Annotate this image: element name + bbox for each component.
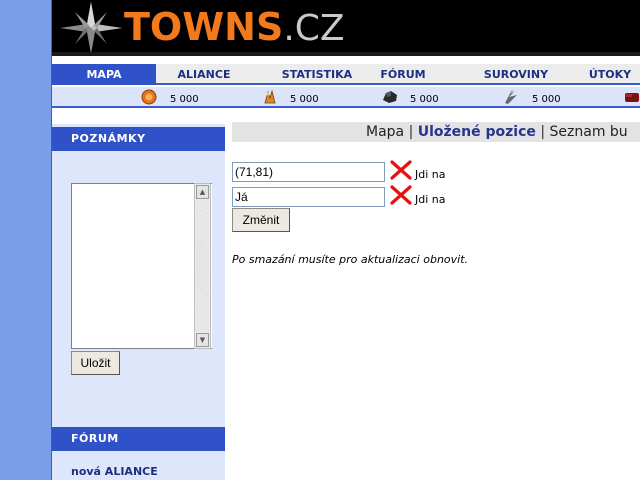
stone-amount: 5 000 bbox=[410, 94, 439, 105]
site-logo[interactable]: TOWNS.CZ bbox=[124, 5, 345, 49]
forum-heading: FÓRUM bbox=[52, 427, 225, 451]
nav-item-statistika[interactable]: STATISTIKA bbox=[262, 64, 372, 85]
scroll-down-arrow-icon[interactable]: ▼ bbox=[196, 333, 209, 347]
page: TOWNS.CZ MAPA ALIANCE STATISTIKA FÓRUM S… bbox=[51, 0, 640, 480]
tab-ulozene-pozice[interactable]: Uložené pozice bbox=[418, 124, 536, 140]
compass-star-logo-icon bbox=[60, 2, 122, 54]
logo-suffix-text: .CZ bbox=[283, 8, 345, 49]
iron-icon bbox=[505, 90, 517, 104]
header: TOWNS.CZ bbox=[52, 0, 640, 56]
delete-x-icon[interactable] bbox=[390, 185, 412, 205]
nav-item-utoky[interactable]: ÚTOKY bbox=[580, 64, 640, 85]
gold-coin-icon bbox=[141, 89, 157, 105]
notes-textarea[interactable] bbox=[71, 183, 212, 349]
resource-bar: 5 000 5 000 5 000 5 000 bbox=[52, 87, 640, 108]
wood-icon bbox=[625, 93, 639, 102]
scroll-track[interactable] bbox=[196, 200, 209, 332]
header-divider bbox=[52, 52, 640, 56]
tab-mapa[interactable]: Mapa bbox=[366, 124, 404, 140]
food-icon bbox=[264, 89, 276, 104]
sidebar: POZNÁMKY ▲ ▼ Uložit FÓRUM nová ALIANCE bbox=[52, 124, 225, 480]
stone-icon bbox=[383, 91, 397, 103]
nav-item-aliance[interactable]: ALIANCE bbox=[156, 64, 252, 85]
notes-scrollbar[interactable]: ▲ ▼ bbox=[194, 183, 211, 349]
delete-x-icon[interactable] bbox=[390, 160, 412, 180]
notes-heading: POZNÁMKY bbox=[52, 127, 225, 151]
nav-item-forum[interactable]: FÓRUM bbox=[370, 64, 436, 85]
scroll-up-arrow-icon[interactable]: ▲ bbox=[196, 185, 209, 199]
main-nav: MAPA ALIANCE STATISTIKA FÓRUM SUROVINY Ú… bbox=[52, 64, 640, 85]
food-amount: 5 000 bbox=[290, 94, 319, 105]
position-name-input[interactable]: (71,81) bbox=[232, 162, 385, 182]
go-to-position-link[interactable]: Jdi na bbox=[415, 193, 446, 206]
sub-tabs: Mapa | Uložené pozice | Seznam bu bbox=[232, 122, 640, 142]
nav-item-mapa[interactable]: MAPA bbox=[52, 64, 156, 85]
iron-amount: 5 000 bbox=[532, 94, 561, 105]
go-to-position-link[interactable]: Jdi na bbox=[415, 168, 446, 181]
nav-item-suroviny[interactable]: SUROVINY bbox=[472, 64, 560, 85]
main-content: Mapa | Uložené pozice | Seznam bu (71,81… bbox=[232, 122, 640, 480]
forum-link-new-alliance[interactable]: nová ALIANCE bbox=[71, 465, 158, 478]
tab-separator: | bbox=[540, 124, 546, 140]
gold-amount: 5 000 bbox=[170, 94, 199, 105]
change-button[interactable]: Změnit bbox=[232, 208, 290, 232]
logo-main-text: TOWNS bbox=[124, 5, 284, 49]
tab-separator: | bbox=[408, 124, 414, 140]
tab-seznam[interactable]: Seznam bu bbox=[550, 124, 628, 140]
save-notes-button[interactable]: Uložit bbox=[71, 351, 120, 375]
refresh-note: Po smazání musíte pro aktualizaci obnovi… bbox=[232, 253, 469, 266]
position-name-input[interactable]: Já bbox=[232, 187, 385, 207]
